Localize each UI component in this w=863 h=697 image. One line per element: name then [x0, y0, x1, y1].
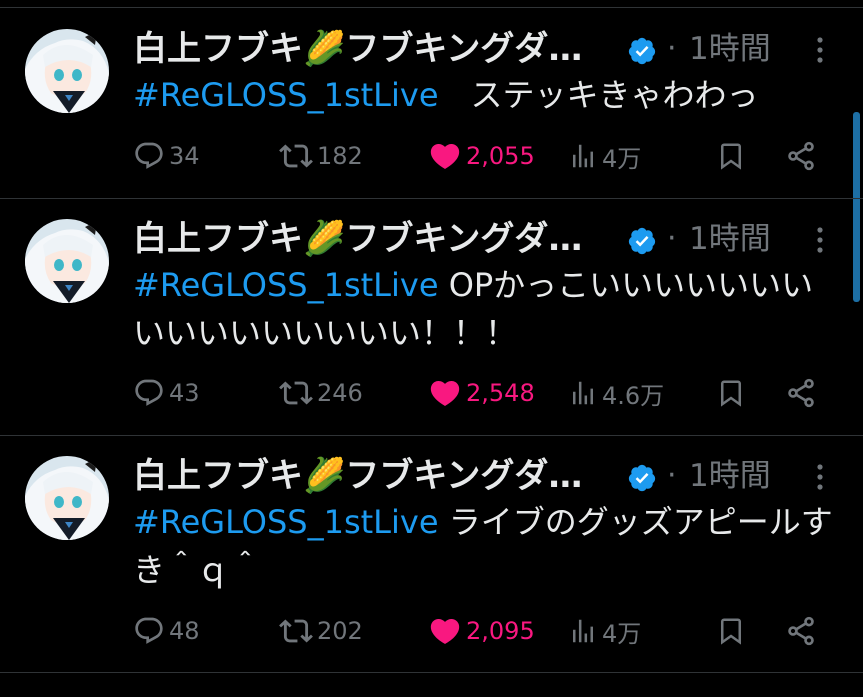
like-button[interactable]: 2,095	[428, 611, 535, 651]
author-name[interactable]: 白上フブキ🌽フブキングダ…	[133, 456, 623, 496]
share-icon	[788, 616, 814, 646]
heart-filled-icon	[430, 143, 460, 169]
views-chart-icon	[573, 144, 593, 168]
retweet-button[interactable]: 246	[279, 373, 363, 413]
timestamp[interactable]: 1時間	[689, 219, 771, 259]
like-button[interactable]: 2,055	[428, 136, 535, 176]
avatar[interactable]	[25, 219, 109, 303]
share-icon	[788, 378, 814, 408]
tweet-header: 白上フブキ🌽フブキングダ… · 1時間	[133, 450, 853, 500]
hashtag-link[interactable]: #ReGLOSS_1stLive	[133, 266, 439, 304]
views-chart-icon	[573, 619, 593, 643]
avatar[interactable]	[25, 29, 109, 113]
hashtag-link[interactable]: #ReGLOSS_1stLive	[133, 76, 439, 114]
tweet-item[interactable]: 白上フブキ🌽フブキングダ… · 1時間 #ReGLOSS_1stLive ライブ…	[0, 436, 863, 673]
hashtag-link[interactable]: #ReGLOSS_1stLive	[133, 503, 439, 541]
more-options-icon[interactable]	[813, 33, 827, 67]
retweet-count: 182	[317, 142, 363, 170]
tweet-header: 白上フブキ🌽フブキングダ… · 1時間	[133, 213, 853, 263]
retweet-button[interactable]: 202	[279, 611, 363, 651]
tweet-text: #ReGLOSS_1stLive ライブのグッズアピールすき＾ｑ＾	[133, 498, 833, 594]
like-button[interactable]: 2,548	[428, 373, 535, 413]
bookmark-icon	[721, 380, 741, 407]
reply-count: 34	[169, 142, 200, 170]
reply-count: 43	[169, 379, 200, 407]
more-options-icon[interactable]	[813, 460, 827, 494]
timestamp[interactable]: 1時間	[689, 29, 771, 69]
retweet-icon	[279, 144, 313, 168]
reply-button[interactable]: 34	[133, 136, 200, 176]
views-button[interactable]: 4万	[568, 611, 641, 651]
like-count: 2,095	[466, 617, 535, 645]
separator-dot: ·	[667, 221, 677, 256]
reply-button[interactable]: 43	[133, 373, 200, 413]
views-count: 4万	[602, 144, 642, 173]
separator-dot: ·	[667, 31, 677, 66]
views-chart-icon	[573, 381, 593, 405]
share-icon	[788, 141, 814, 171]
bookmark-button[interactable]	[716, 611, 746, 651]
verified-badge-icon	[628, 464, 656, 492]
views-count: 4.6万	[602, 381, 665, 410]
views-button[interactable]: 4.6万	[568, 373, 664, 413]
reply-icon	[135, 142, 163, 169]
tweet-header: 白上フブキ🌽フブキングダ… · 1時間	[133, 23, 853, 73]
bookmark-icon	[721, 618, 741, 645]
retweet-count: 246	[317, 379, 363, 407]
bookmark-button[interactable]	[716, 136, 746, 176]
views-count: 4万	[602, 619, 642, 648]
retweet-button[interactable]: 182	[279, 136, 363, 176]
retweet-count: 202	[317, 617, 363, 645]
retweet-icon	[279, 381, 313, 405]
reply-icon	[135, 617, 163, 644]
like-count: 2,055	[466, 142, 535, 170]
bookmark-icon	[721, 143, 741, 170]
separator-dot: ·	[667, 458, 677, 493]
tweet-item[interactable]: 白上フブキ🌽フブキングダ… · 1時間 #ReGLOSS_1stLive ステッ…	[0, 9, 863, 199]
verified-badge-icon	[628, 227, 656, 255]
action-bar: 48 202 2,095 4万	[0, 611, 863, 651]
author-name[interactable]: 白上フブキ🌽フブキングダ…	[133, 29, 623, 69]
heart-filled-icon	[430, 380, 460, 406]
heart-filled-icon	[430, 618, 460, 644]
share-button[interactable]	[785, 136, 817, 176]
share-button[interactable]	[785, 373, 817, 413]
reply-count: 48	[169, 617, 200, 645]
top-divider	[0, 0, 863, 8]
action-bar: 43 246 2,548 4.6万	[0, 373, 863, 413]
more-options-icon[interactable]	[813, 223, 827, 257]
tweet-item[interactable]: 白上フブキ🌽フブキングダ… · 1時間 #ReGLOSS_1stLive OPか…	[0, 199, 863, 436]
tweet-text: #ReGLOSS_1stLive OPかっこいいいいいいいいいいいいいいいい！！…	[133, 261, 833, 357]
author-name[interactable]: 白上フブキ🌽フブキングダ…	[133, 219, 623, 259]
verified-badge-icon	[628, 37, 656, 65]
avatar[interactable]	[25, 456, 109, 540]
like-count: 2,548	[466, 379, 535, 407]
share-button[interactable]	[785, 611, 817, 651]
timestamp[interactable]: 1時間	[689, 456, 771, 496]
retweet-icon	[279, 619, 313, 643]
tweet-text: #ReGLOSS_1stLive ステッキきゃわわっ	[133, 71, 833, 119]
reply-button[interactable]: 48	[133, 611, 200, 651]
bookmark-button[interactable]	[716, 373, 746, 413]
reply-icon	[135, 379, 163, 406]
views-button[interactable]: 4万	[568, 136, 641, 176]
tweet-text-content: ステッキきゃわわっ	[438, 76, 759, 114]
action-bar: 34 182 2,055 4万	[0, 136, 863, 176]
